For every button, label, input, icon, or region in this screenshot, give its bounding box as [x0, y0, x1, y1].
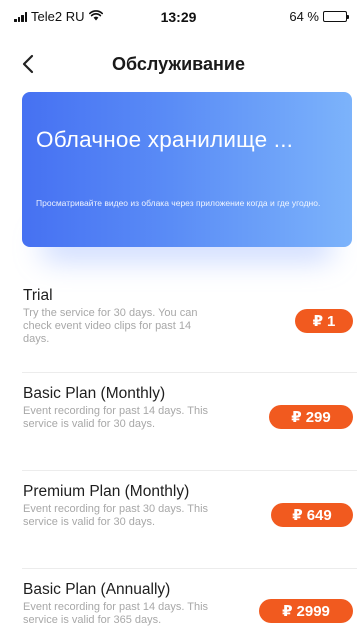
plan-item-basic-annually[interactable]: Basic Plan (Annually) Event recording fo… [22, 569, 357, 644]
price-value: 2999 [296, 602, 330, 620]
plan-description: Event recording for past 30 days. This s… [23, 503, 209, 528]
nav-bar: Обслуживание [0, 40, 357, 88]
screen: Tele2 RU 13:29 64 % Обслуживание Облачно… [0, 0, 357, 644]
plan-name: Basic Plan (Annually) [23, 581, 171, 598]
price-button-trial[interactable]: ₽1 [295, 309, 353, 333]
plan-list: Trial Try the service for 30 days. You c… [0, 275, 357, 644]
plan-name: Basic Plan (Monthly) [23, 385, 166, 402]
plan-item-trial[interactable]: Trial Try the service for 30 days. You c… [22, 275, 357, 373]
plan-description: Try the service for 30 days. You can che… [23, 307, 198, 345]
currency-symbol: ₽ [282, 603, 293, 620]
plan-item-basic-monthly[interactable]: Basic Plan (Monthly) Event recording for… [22, 373, 357, 471]
plan-name: Trial [23, 287, 53, 304]
plan-name: Premium Plan (Monthly) [23, 483, 190, 500]
plan-description: Event recording for past 14 days. This s… [23, 601, 209, 626]
price-button-basic-annually[interactable]: ₽2999 [259, 599, 353, 623]
price-button-premium-monthly[interactable]: ₽649 [271, 503, 353, 527]
battery-percent: 64 % [289, 9, 319, 24]
price-value: 299 [305, 408, 331, 426]
page-title: Обслуживание [112, 54, 245, 74]
currency-symbol: ₽ [292, 507, 303, 524]
status-right: 64 % [289, 9, 349, 24]
price-value: 1 [327, 312, 336, 330]
banner-card: Облачное хранилище ... Просматривайте ви… [22, 92, 352, 247]
battery-icon [323, 11, 349, 22]
currency-symbol: ₽ [291, 409, 302, 426]
status-bar: Tele2 RU 13:29 64 % [0, 0, 357, 30]
banner-title: Облачное хранилище ... [36, 127, 294, 152]
price-button-basic-monthly[interactable]: ₽299 [269, 405, 353, 429]
price-value: 649 [306, 506, 332, 524]
banner-description: Просматривайте видео из облака через при… [36, 198, 321, 208]
plan-item-premium-monthly[interactable]: Premium Plan (Monthly) Event recording f… [22, 471, 357, 569]
currency-symbol: ₽ [312, 313, 324, 330]
plan-description: Event recording for past 14 days. This s… [23, 405, 209, 430]
cloud-storage-banner: Облачное хранилище ... Просматривайте ви… [22, 92, 352, 261]
